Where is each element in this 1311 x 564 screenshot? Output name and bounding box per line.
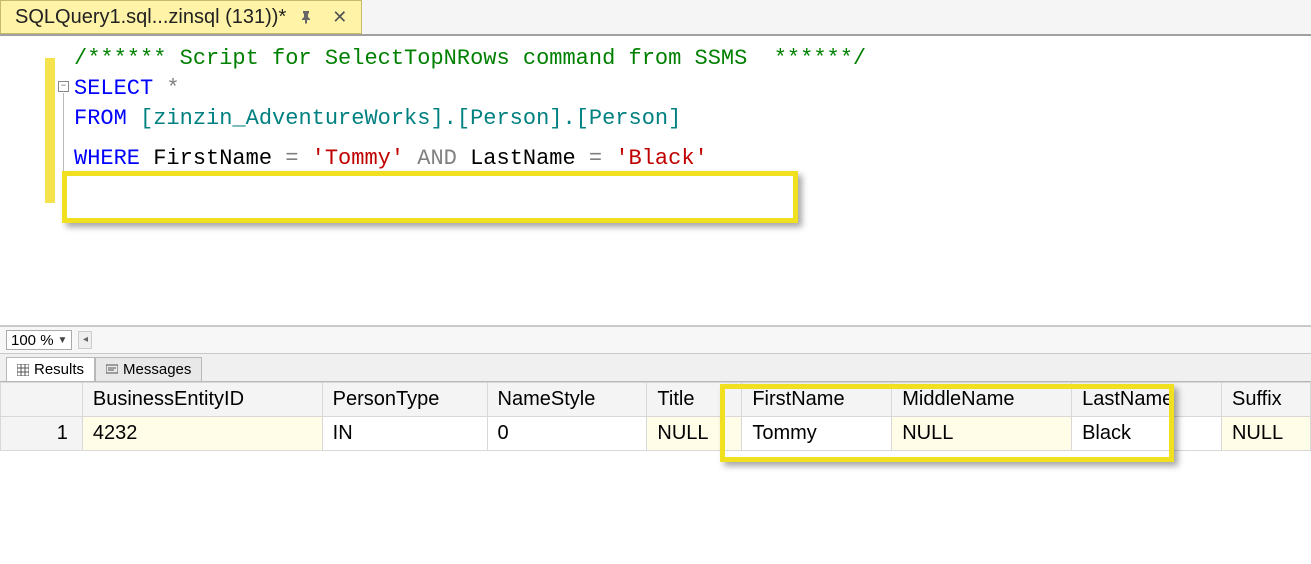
collapse-toggle-icon[interactable]: − <box>58 81 69 92</box>
code-star: * <box>153 76 179 101</box>
eq1: = <box>285 146 298 171</box>
tab-results[interactable]: Results <box>6 357 95 381</box>
where-val2: 'Black' <box>602 146 708 171</box>
header-suffix[interactable]: Suffix <box>1221 383 1310 417</box>
document-tab-title: SQLQuery1.sql...zinsql (131))* <box>15 6 286 29</box>
close-icon[interactable]: ✕ <box>328 7 351 28</box>
header-rownum[interactable] <box>1 383 83 417</box>
annotation-highlight-where <box>62 171 798 223</box>
header-lastname[interactable]: LastName <box>1072 383 1222 417</box>
chevron-down-icon: ▼ <box>58 335 68 346</box>
tab-results-label: Results <box>34 361 84 378</box>
document-tab-bar: SQLQuery1.sql...zinsql (131))* ✕ <box>0 0 1311 36</box>
header-middlename[interactable]: MiddleName <box>892 383 1072 417</box>
cell-middlename[interactable]: NULL <box>892 417 1072 451</box>
where-col2: LastName <box>457 146 589 171</box>
zoom-dropdown[interactable]: 100 % ▼ <box>6 330 72 350</box>
header-row: BusinessEntityID PersonType NameStyle Ti… <box>1 383 1311 417</box>
kw-select: SELECT <box>74 76 153 101</box>
header-persontype[interactable]: PersonType <box>322 383 487 417</box>
where-col1: FirstName <box>140 146 285 171</box>
pin-icon[interactable] <box>300 10 314 24</box>
cell-namestyle[interactable]: 0 <box>487 417 647 451</box>
tab-messages-label: Messages <box>123 361 191 378</box>
zoom-value: 100 % <box>11 332 54 349</box>
messages-icon <box>106 364 118 376</box>
document-tab[interactable]: SQLQuery1.sql...zinsql (131))* ✕ <box>0 0 362 34</box>
cell-firstname[interactable]: Tommy <box>742 417 892 451</box>
code-comment: /****** Script for SelectTopNRows comman… <box>74 46 866 71</box>
header-title[interactable]: Title <box>647 383 742 417</box>
grid-icon <box>17 364 29 376</box>
kw-where: WHERE <box>74 146 140 171</box>
tab-messages[interactable]: Messages <box>95 357 202 381</box>
cell-businessentityid[interactable]: 4232 <box>82 417 322 451</box>
cell-suffix[interactable]: NULL <box>1221 417 1310 451</box>
editor-status-bar: 100 % ▼ ◂ <box>0 326 1311 354</box>
from-identifiers: [zinzin_AdventureWorks].[Person].[Person… <box>127 106 682 131</box>
cell-persontype[interactable]: IN <box>322 417 487 451</box>
scroll-left-button[interactable]: ◂ <box>78 331 92 349</box>
sql-editor[interactable]: − /****** Script for SelectTopNRows comm… <box>0 36 1311 326</box>
output-tabs: Results Messages <box>0 354 1311 382</box>
code-content: /****** Script for SelectTopNRows comman… <box>74 44 866 174</box>
change-marker <box>45 58 55 203</box>
results-grid[interactable]: BusinessEntityID PersonType NameStyle Ti… <box>0 382 1311 451</box>
cell-title[interactable]: NULL <box>647 417 742 451</box>
cell-lastname[interactable]: Black <box>1072 417 1222 451</box>
table-row[interactable]: 1 4232 IN 0 NULL Tommy NULL Black NULL <box>1 417 1311 451</box>
kw-from: FROM <box>74 106 127 131</box>
where-val1: 'Tommy' <box>298 146 417 171</box>
kw-and: AND <box>417 146 457 171</box>
row-number: 1 <box>1 417 83 451</box>
header-firstname[interactable]: FirstName <box>742 383 892 417</box>
eq2: = <box>589 146 602 171</box>
header-businessentityid[interactable]: BusinessEntityID <box>82 383 322 417</box>
header-namestyle[interactable]: NameStyle <box>487 383 647 417</box>
results-grid-wrapper: BusinessEntityID PersonType NameStyle Ti… <box>0 382 1311 528</box>
collapse-guide <box>63 93 64 197</box>
